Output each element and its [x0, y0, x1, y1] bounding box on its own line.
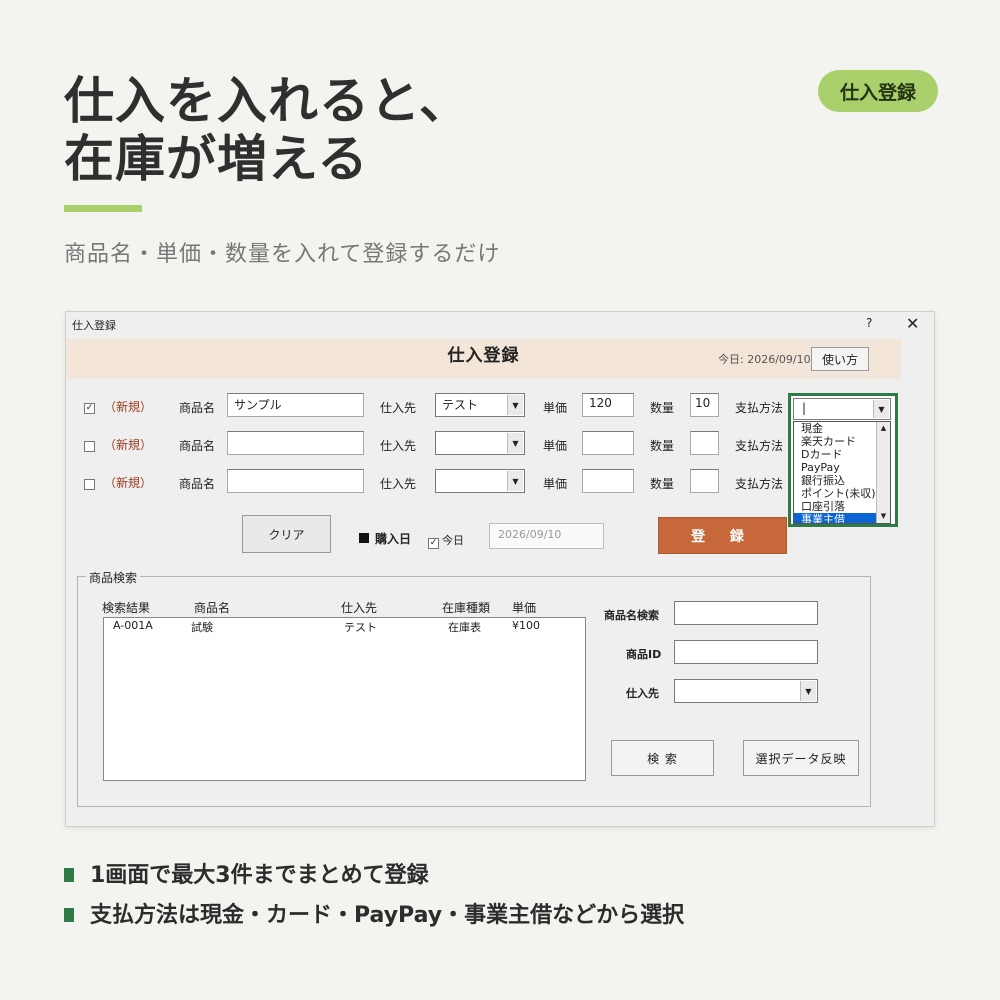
payment-options-list: 現金 楽天カード Dカード PayPay 銀行振込 ポイント(未収) 口座引落 …: [793, 421, 891, 524]
payment-method-label: 支払方法: [735, 439, 784, 453]
supplier-combo[interactable]: ▼: [435, 431, 525, 455]
payment-current-value: |: [802, 401, 807, 415]
payment-scrollbar[interactable]: ▲ ▼: [876, 422, 890, 523]
chevron-down-icon[interactable]: ▼: [507, 395, 523, 415]
close-icon[interactable]: ✕: [906, 314, 919, 333]
unit-price-label: 単価: [543, 477, 568, 491]
search-group-title: 商品検索: [86, 569, 141, 586]
product-name-input[interactable]: [227, 431, 364, 455]
product-name-input[interactable]: サンプル: [227, 393, 364, 417]
quantity-input[interactable]: [690, 469, 719, 493]
column-header-supplier: 仕入先: [341, 601, 378, 615]
purchase-dialog: 仕入登録 ? ✕ 仕入登録 今日: 2026/09/10 使い方 ✓ （新規） …: [65, 311, 935, 827]
payment-method-label: 支払方法: [735, 477, 784, 491]
product-name-search-input[interactable]: [674, 601, 818, 625]
supplier-label: 仕入先: [380, 439, 417, 453]
column-header-name: 商品名: [194, 601, 231, 615]
product-name-search-label: 商品名検索: [604, 609, 659, 622]
product-name-label: 商品名: [179, 477, 216, 491]
unit-price-input[interactable]: 120: [582, 393, 634, 417]
feature-bullet: 1画面で最大3件までまとめて登録: [64, 862, 684, 902]
purchase-date-input[interactable]: 2026/09/10: [489, 523, 604, 549]
row-checkbox[interactable]: [84, 479, 95, 490]
quantity-label: 数量: [650, 439, 675, 453]
quantity-label: 数量: [650, 477, 675, 491]
accent-bar: [64, 205, 142, 212]
scroll-up-icon[interactable]: ▲: [878, 423, 889, 434]
quantity-input[interactable]: [690, 431, 719, 455]
category-badge: 仕入登録: [818, 70, 938, 112]
unit-price-input[interactable]: [582, 469, 634, 493]
product-id-input[interactable]: [674, 640, 818, 664]
payment-dropdown-panel: | ▼ 現金 楽天カード Dカード PayPay 銀行振込 ポイント(未収) 口…: [788, 393, 898, 527]
feature-bullets: 1画面で最大3件までまとめて登録 支払方法は現金・カード・PayPay・事業主借…: [64, 862, 684, 942]
black-square-icon: [359, 533, 369, 543]
today-checkbox-label: 今日: [442, 534, 464, 547]
supplier-combo[interactable]: テスト ▼: [435, 393, 525, 417]
window-caption: 仕入登録: [72, 319, 116, 332]
feature-bullet: 支払方法は現金・カード・PayPay・事業主借などから選択: [64, 902, 684, 942]
clear-button[interactable]: クリア: [242, 515, 331, 553]
search-button[interactable]: 検 索: [611, 740, 714, 776]
help-icon[interactable]: ?: [866, 316, 872, 330]
result-id: A-001A: [113, 619, 153, 632]
today-checkbox[interactable]: ✓: [428, 538, 439, 549]
result-supplier: テスト: [344, 621, 377, 634]
today-date-text: 今日: 2026/09/10: [718, 353, 811, 366]
howto-button[interactable]: 使い方: [811, 347, 869, 371]
unit-price-label: 単価: [543, 401, 568, 415]
supplier-value: テスト: [442, 398, 479, 412]
search-supplier-label: 仕入先: [626, 687, 659, 700]
product-name-input[interactable]: [227, 469, 364, 493]
product-search-group: 商品検索 検索結果 商品名 仕入先 在庫種類 単価 A-001A 試験 テスト …: [77, 569, 871, 807]
product-id-label: 商品ID: [626, 648, 662, 661]
chevron-down-icon[interactable]: ▼: [507, 471, 523, 491]
unit-price-input[interactable]: [582, 431, 634, 455]
form-header: 仕入登録 今日: 2026/09/10 使い方: [66, 339, 901, 379]
search-supplier-combo[interactable]: ▼: [674, 679, 818, 703]
quantity-label: 数量: [650, 401, 675, 415]
search-results-list[interactable]: A-001A 試験 テスト 在庫表 ¥100: [103, 617, 586, 781]
column-header-result: 検索結果: [102, 601, 151, 615]
hero-title-line1: 仕入を入れると、: [64, 72, 470, 130]
scroll-down-icon[interactable]: ▼: [878, 511, 889, 522]
result-stock-type: 在庫表: [448, 621, 481, 634]
row-checkbox[interactable]: ✓: [84, 403, 95, 414]
hero-subtitle: 商品名・単価・数量を入れて登録するだけ: [64, 242, 501, 267]
payment-method-label: 支払方法: [735, 401, 784, 415]
supplier-label: 仕入先: [380, 401, 417, 415]
result-name: 試験: [191, 621, 213, 634]
chevron-down-icon[interactable]: ▼: [873, 400, 889, 418]
row-checkbox[interactable]: [84, 441, 95, 452]
result-price: ¥100: [512, 619, 540, 632]
column-header-stock-type: 在庫種類: [442, 601, 491, 615]
hero-title-line2: 在庫が増える: [64, 130, 369, 188]
bullet-text: 支払方法は現金・カード・PayPay・事業主借などから選択: [90, 903, 685, 928]
new-label: （新規）: [104, 476, 153, 490]
today-checkbox-group[interactable]: ✓ 今日: [428, 532, 464, 549]
apply-selection-button[interactable]: 選択データ反映: [743, 740, 859, 776]
bullet-marker: [64, 868, 74, 882]
purchase-date-text: 購入日: [375, 532, 412, 546]
quantity-input[interactable]: 10: [690, 393, 719, 417]
unit-price-label: 単価: [543, 439, 568, 453]
column-header-price: 単価: [512, 601, 537, 615]
bullet-marker: [64, 908, 74, 922]
payment-method-combo[interactable]: | ▼: [793, 398, 891, 420]
hero-title: 仕入を入れると、 在庫が増える: [64, 72, 470, 188]
register-button[interactable]: 登 録: [658, 517, 787, 554]
bullet-text: 1画面で最大3件までまとめて登録: [90, 863, 429, 888]
product-name-label: 商品名: [179, 401, 216, 415]
supplier-label: 仕入先: [380, 477, 417, 491]
product-name-label: 商品名: [179, 439, 216, 453]
purchase-date-label: 購入日: [359, 530, 411, 547]
chevron-down-icon[interactable]: ▼: [507, 433, 523, 453]
chevron-down-icon[interactable]: ▼: [800, 681, 816, 701]
list-item[interactable]: A-001A 試験 テスト 在庫表 ¥100: [104, 618, 585, 634]
new-label: （新規）: [104, 438, 153, 452]
new-label: （新規）: [104, 400, 153, 414]
supplier-combo[interactable]: ▼: [435, 469, 525, 493]
